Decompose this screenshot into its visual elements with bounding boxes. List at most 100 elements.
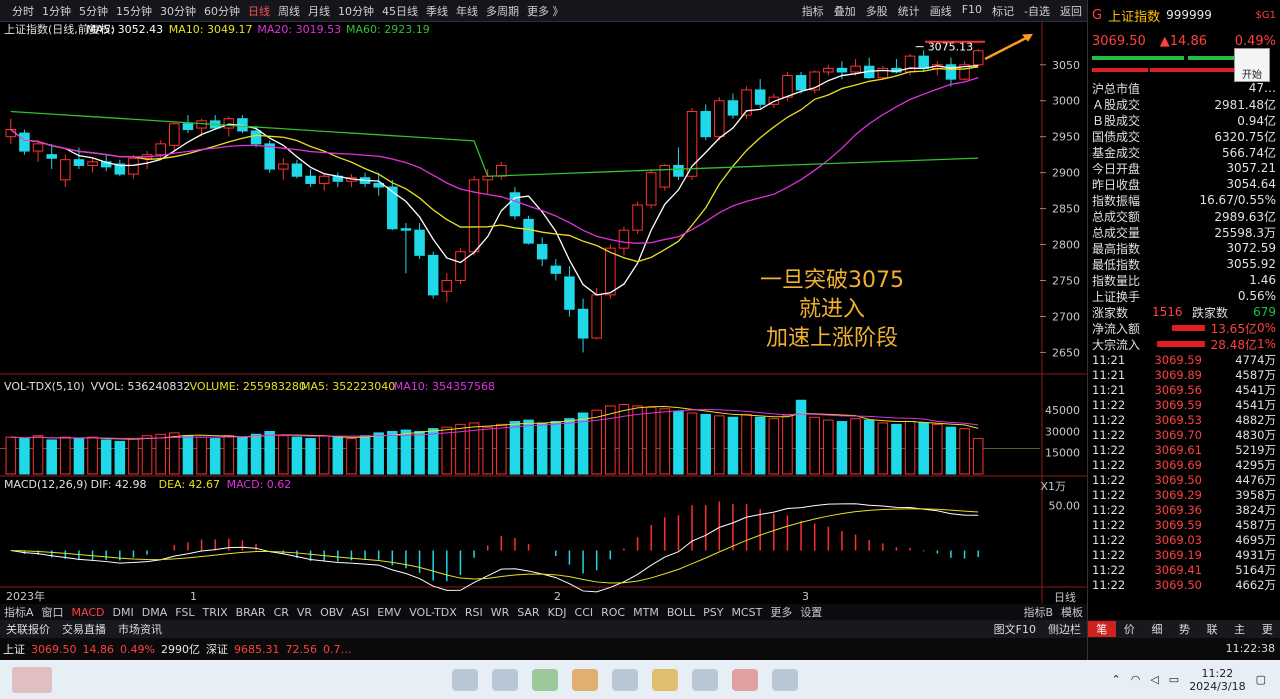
app-icon[interactable] bbox=[692, 668, 718, 691]
tool-tab[interactable]: -自选 bbox=[1019, 3, 1055, 19]
indicator-tab[interactable]: 窗口 bbox=[38, 604, 68, 620]
period-tab[interactable]: 分时 bbox=[8, 3, 38, 19]
vol-tick-label: 15000 bbox=[1045, 447, 1080, 460]
battery-icon[interactable]: ▭ bbox=[1169, 673, 1179, 686]
period-tab[interactable]: 5分钟 bbox=[75, 3, 112, 19]
quote-badge[interactable]: $G1 bbox=[1256, 10, 1276, 21]
app-icon[interactable] bbox=[772, 668, 798, 691]
period-tab[interactable]: 45日线 bbox=[378, 3, 422, 19]
open-button[interactable]: 开始 bbox=[1234, 48, 1270, 82]
indicator-tab[interactable]: 模板 bbox=[1057, 604, 1087, 620]
volume-bar bbox=[496, 423, 507, 475]
panel-tab[interactable]: 细 bbox=[1143, 621, 1171, 637]
indicator-tab[interactable]: 指标B bbox=[1019, 604, 1057, 620]
period-tab[interactable]: 季线 bbox=[422, 3, 452, 19]
panel-tab[interactable]: 势 bbox=[1171, 621, 1199, 637]
app-icon[interactable] bbox=[532, 668, 558, 691]
trade-row: 11:22 3069.29 3958万 bbox=[1088, 487, 1280, 502]
indicator-tab[interactable]: BRAR bbox=[232, 606, 270, 619]
indicator-tab[interactable]: WR bbox=[487, 606, 514, 619]
tool-tab[interactable]: 统计 bbox=[893, 3, 925, 19]
app-icon[interactable] bbox=[572, 668, 598, 691]
tool-tab[interactable]: 标记 bbox=[987, 3, 1019, 19]
start-icon[interactable] bbox=[12, 666, 52, 693]
indicator-tab[interactable]: 指标A bbox=[0, 604, 38, 620]
period-tab[interactable]: 30分钟 bbox=[156, 3, 200, 19]
volume-bar bbox=[823, 419, 834, 475]
panel-tab[interactable]: 主 bbox=[1226, 621, 1254, 637]
info-tab[interactable]: 图文F10 bbox=[988, 621, 1042, 637]
tool-tab[interactable]: 多股 bbox=[861, 3, 893, 19]
tool-tab[interactable]: F10 bbox=[957, 3, 987, 19]
period-tab[interactable]: 月线 bbox=[304, 3, 334, 19]
period-tab[interactable]: 周线 bbox=[274, 3, 304, 19]
panel-tab[interactable]: 价 bbox=[1116, 621, 1144, 637]
indicator-tab[interactable]: MACD bbox=[68, 606, 109, 619]
period-tab[interactable]: 更多 》 bbox=[523, 3, 568, 19]
tool-tab[interactable]: 返回 bbox=[1055, 3, 1087, 19]
indicator-tab[interactable]: 设置 bbox=[796, 604, 826, 620]
period-tab[interactable]: 1分钟 bbox=[38, 3, 75, 19]
candle-body bbox=[278, 163, 289, 170]
indicator-tab[interactable]: 更多 bbox=[766, 604, 796, 620]
indicator-tab[interactable]: RSI bbox=[461, 606, 487, 619]
trade-time: 11:21 bbox=[1092, 352, 1126, 367]
candle-body bbox=[754, 89, 766, 105]
panel-tab[interactable]: 联 bbox=[1198, 621, 1226, 637]
indicator-tab[interactable]: TRIX bbox=[198, 606, 231, 619]
indicator-tab[interactable]: FSL bbox=[171, 606, 198, 619]
panel-tab[interactable]: 笔 bbox=[1088, 621, 1116, 637]
chevron-up-icon[interactable]: ⌃ bbox=[1111, 673, 1120, 686]
period-tab[interactable]: 日线 bbox=[244, 3, 274, 19]
app-icon[interactable] bbox=[732, 668, 758, 691]
panel-tab[interactable]: 更 bbox=[1253, 621, 1280, 637]
app-icon[interactable] bbox=[492, 668, 518, 691]
period-tab[interactable]: 15分钟 bbox=[112, 3, 156, 19]
indicator-tab[interactable]: PSY bbox=[699, 606, 727, 619]
indicator-tab[interactable]: KDJ bbox=[544, 606, 571, 619]
indicator-tab[interactable]: MCST bbox=[727, 606, 766, 619]
indicator-tab[interactable]: VR bbox=[293, 606, 316, 619]
period-tab[interactable]: 10分钟 bbox=[334, 3, 378, 19]
tool-tab[interactable]: 指标 bbox=[797, 3, 829, 19]
info-tab[interactable]: 关联报价 bbox=[0, 621, 56, 637]
app-icon[interactable] bbox=[452, 668, 478, 691]
indicator-tab[interactable]: SAR bbox=[513, 606, 543, 619]
indicator-tab[interactable]: ROC bbox=[597, 606, 629, 619]
clock[interactable]: 11:22 2024/3/18 bbox=[1189, 667, 1245, 693]
price-tick-label: 2800 bbox=[1052, 239, 1080, 252]
indicator-tab[interactable]: BOLL bbox=[663, 606, 699, 619]
kline-chart[interactable]: 上证指数(日线,前复权)MA5: 3052.43 MA10: 3049.17 MA2… bbox=[0, 22, 1087, 604]
indicator-tab[interactable]: CCI bbox=[571, 606, 598, 619]
stat-row: 昨日收盘 3054.64 bbox=[1088, 176, 1280, 192]
info-tab[interactable]: 市场资讯 bbox=[112, 621, 168, 637]
stat-row: 总成交量 25598.3万 bbox=[1088, 224, 1280, 240]
indicator-tab[interactable]: DMA bbox=[138, 606, 172, 619]
period-tab[interactable]: 年线 bbox=[452, 3, 482, 19]
indicator-tab[interactable]: EMV bbox=[373, 606, 405, 619]
volume-bar bbox=[523, 419, 534, 475]
candle-body bbox=[700, 111, 711, 138]
app-icon[interactable] bbox=[612, 668, 638, 691]
candle-body bbox=[468, 179, 480, 253]
indicator-tab[interactable]: ASI bbox=[347, 606, 373, 619]
period-tab[interactable]: 60分钟 bbox=[200, 3, 244, 19]
indicator-tab[interactable]: MTM bbox=[629, 606, 663, 619]
wifi-icon[interactable]: ◠ bbox=[1131, 673, 1141, 686]
indicator-tab[interactable]: DMI bbox=[109, 606, 138, 619]
indicator-tab[interactable]: VOL-TDX bbox=[405, 606, 461, 619]
tool-tab[interactable]: 画线 bbox=[925, 3, 957, 19]
period-tab[interactable]: 多周期 bbox=[482, 3, 523, 19]
indicator-tab[interactable]: CR bbox=[270, 606, 293, 619]
indicator-tab[interactable]: OBV bbox=[316, 606, 347, 619]
chart-area[interactable]: 上证指数(日线,前复权) MA5: 3052.43 MA10: 3049.17 MA2… bbox=[0, 22, 1087, 604]
notification-icon[interactable]: ▢ bbox=[1256, 673, 1266, 686]
info-tab[interactable]: 交易直播 bbox=[56, 621, 112, 637]
info-tab[interactable]: 侧边栏 bbox=[1042, 621, 1087, 637]
volume-icon[interactable]: ◁ bbox=[1150, 673, 1158, 686]
volume-bar bbox=[318, 435, 330, 475]
stat-label: 基金成交 bbox=[1092, 145, 1141, 160]
tool-tab[interactable]: 叠加 bbox=[829, 3, 861, 19]
trade-list[interactable]: 11:21 3069.59 4774万 11:21 3069.89 4587万 11:21 3… bbox=[1088, 352, 1280, 592]
app-icon[interactable] bbox=[652, 668, 678, 691]
